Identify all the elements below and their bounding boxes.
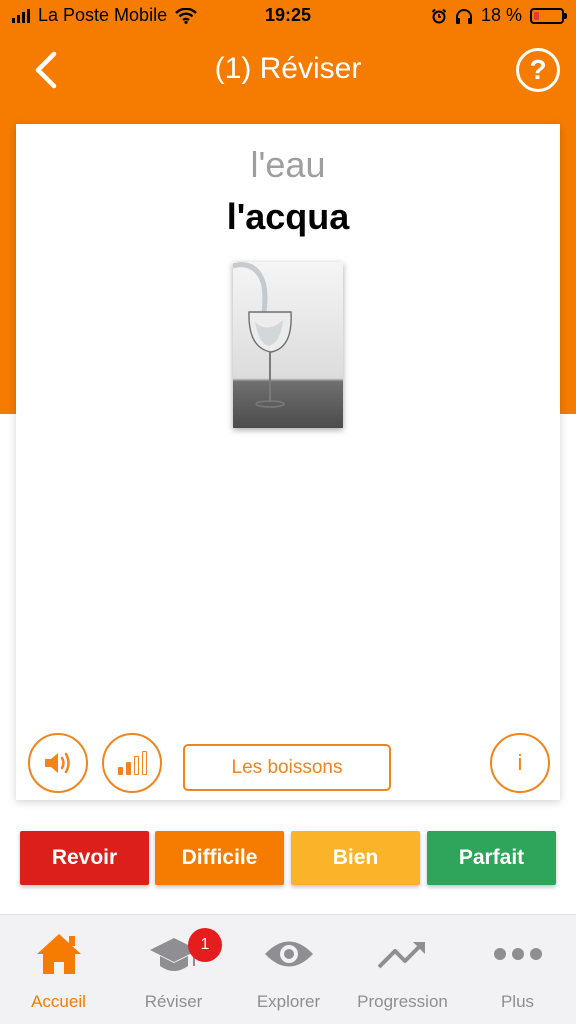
info-icon[interactable]: i xyxy=(490,733,550,793)
page-title: (1) Réviser xyxy=(214,52,362,85)
tab-plus[interactable]: Plus xyxy=(460,915,575,1024)
difficile-button[interactable]: Difficile xyxy=(155,831,284,885)
bien-button[interactable]: Bien xyxy=(291,831,420,885)
alarm-icon xyxy=(431,8,447,23)
home-icon xyxy=(37,934,81,974)
headphones-icon xyxy=(455,8,472,24)
tab-explorer[interactable]: Explorer xyxy=(231,915,346,1024)
flashcard: l'eau l'acqua Les boissons i xyxy=(16,124,560,800)
trending-up-icon xyxy=(377,942,425,969)
tab-label: Accueil xyxy=(31,992,86,1011)
nav-bar: (1) Réviser ? xyxy=(0,32,576,108)
level-indicator xyxy=(117,751,147,775)
source-word: l'eau xyxy=(250,144,326,185)
tab-label: Plus xyxy=(500,992,535,1011)
battery-percent: 18 % xyxy=(480,5,522,25)
tab-label: Explorer xyxy=(256,992,321,1011)
tab-label: Progression xyxy=(357,992,448,1011)
revoir-button[interactable]: Revoir xyxy=(20,831,149,885)
status-bar: La Poste Mobile 19:25 18 % xyxy=(0,0,576,32)
more-dots-icon xyxy=(494,948,542,960)
answer-buttons: Revoir Difficile Bien Parfait xyxy=(20,831,556,885)
help-circle-icon[interactable]: ? xyxy=(516,48,560,92)
signal-level-icon[interactable] xyxy=(102,733,162,793)
category-button[interactable]: Les boissons xyxy=(183,744,391,791)
speaker-icon[interactable] xyxy=(28,733,88,793)
glass-of-water-image xyxy=(233,262,343,428)
tab-progression[interactable]: Progression xyxy=(345,915,460,1024)
tab-bar: Accueil Réviser 1 Explorer Progression P… xyxy=(0,914,576,1024)
battery-icon xyxy=(530,7,567,24)
eye-icon xyxy=(265,941,313,967)
target-word: l'acqua xyxy=(226,196,350,237)
parfait-button[interactable]: Parfait xyxy=(427,831,556,885)
notification-badge: 1 xyxy=(188,928,222,962)
tab-label: Réviser xyxy=(144,992,203,1011)
tab-accueil[interactable]: Accueil xyxy=(1,915,116,1024)
